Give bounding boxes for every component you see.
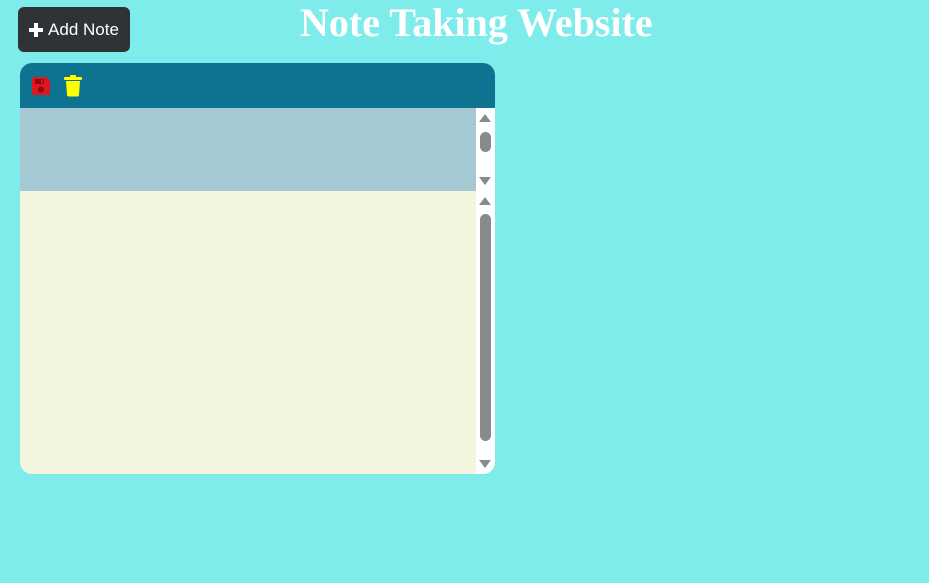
scroll-up-arrow-icon[interactable] xyxy=(479,197,491,205)
scroll-thumb[interactable] xyxy=(480,132,491,152)
scroll-down-arrow-icon[interactable] xyxy=(479,460,491,468)
note-toolbar xyxy=(20,63,495,108)
body-scrollbar[interactable] xyxy=(476,191,495,474)
add-note-label: Add Note xyxy=(48,19,119,39)
scroll-down-arrow-icon[interactable] xyxy=(479,177,491,185)
note-title-textarea[interactable] xyxy=(20,108,495,191)
note-body-textarea[interactable] xyxy=(20,191,495,474)
trash-icon[interactable] xyxy=(62,74,84,98)
page-title: Note Taking Website xyxy=(300,0,653,45)
scroll-thumb[interactable] xyxy=(480,214,491,441)
add-note-button[interactable]: Add Note xyxy=(18,7,130,52)
page: Add Note Note Taking Website xyxy=(0,0,929,583)
title-scrollbar[interactable] xyxy=(476,108,495,191)
save-icon[interactable] xyxy=(30,74,52,98)
note-card xyxy=(20,63,495,474)
plus-icon xyxy=(29,22,44,37)
scroll-up-arrow-icon[interactable] xyxy=(479,114,491,122)
